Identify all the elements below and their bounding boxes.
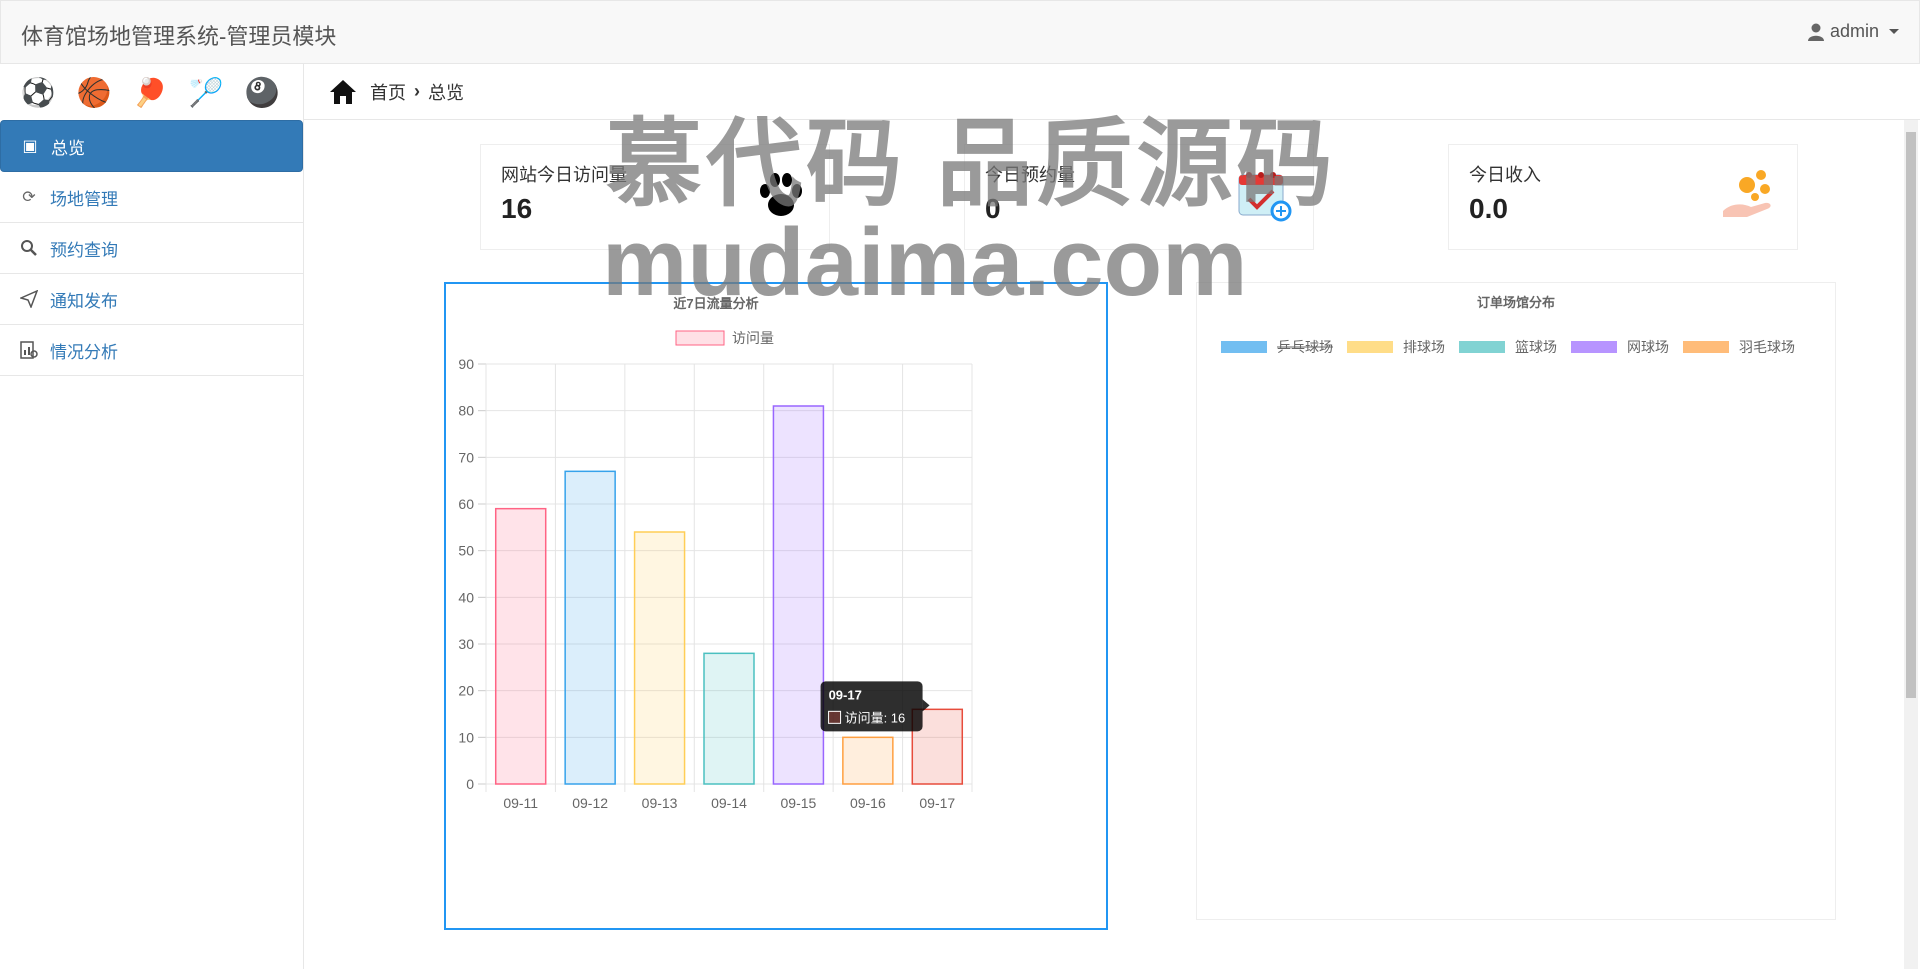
user-name: admin	[1829, 21, 1879, 41]
sidebar-item-booking-query[interactable]: 预约查询	[0, 223, 303, 274]
calendar-check-icon	[1238, 172, 1292, 222]
venue-distribution-chart[interactable]: 订单场馆分布乒乓球场 排球场 篮球场 网球场 羽毛球场	[1197, 283, 1835, 919]
legend-label: 羽毛球场	[1739, 339, 1795, 355]
sidebar-item-analysis[interactable]: 情况分析	[0, 325, 303, 376]
x-tick-label: 09-12	[572, 795, 608, 811]
sidebar-item-label: 预约查询	[50, 240, 118, 260]
stat-card-income: 今日收入 0.0	[1448, 144, 1798, 250]
y-tick-label: 40	[458, 589, 474, 605]
billiards-icon[interactable]: 🎱	[245, 76, 280, 108]
y-tick-label: 30	[458, 636, 474, 652]
sidebar-menu: ▣ 总览 ⟳ 场地管理 预约查询 通知发布 情况分析	[0, 120, 303, 376]
sidebar-item-label: 情况分析	[50, 342, 118, 362]
sidebar-item-label: 通知发布	[50, 291, 118, 311]
top-navbar: 体育馆场地管理系统-管理员模块 admin	[0, 0, 1920, 64]
bar-09-15	[772, 405, 825, 785]
coins-hand-icon	[1723, 170, 1771, 217]
x-tick-label: 09-17	[919, 795, 955, 811]
legend-swatch	[675, 330, 725, 346]
x-tick-label: 09-11	[503, 795, 538, 811]
stat-label: 网站今日访问量	[501, 165, 627, 185]
stat-label: 今日预约量	[985, 165, 1075, 185]
refresh-icon: ⟳	[22, 189, 36, 206]
bar-09-11	[494, 507, 547, 785]
tooltip-title: 09-17	[829, 687, 862, 702]
scrollbar-thumb[interactable]	[1906, 132, 1916, 698]
stat-value: 0.0	[1469, 193, 1508, 224]
sidebar-item-venue-management[interactable]: ⟳ 场地管理	[0, 172, 303, 223]
bar-09-13	[633, 531, 686, 785]
stat-card-bookings: 今日预约量 0	[964, 144, 1314, 250]
stat-label: 今日收入	[1469, 165, 1541, 185]
legend-swatch	[1221, 341, 1267, 353]
x-tick-label: 09-13	[642, 795, 678, 811]
search-icon	[18, 237, 40, 259]
page-scrollbar[interactable]	[1904, 120, 1918, 969]
legend-label: 排球场	[1403, 339, 1445, 355]
breadcrumb: 首页 › 总览	[304, 64, 1920, 120]
user-menu[interactable]: admin	[1807, 21, 1899, 42]
legend-label: 访问量	[732, 330, 774, 346]
soccer-ball-icon[interactable]: ⚽	[21, 76, 56, 108]
legend-swatch	[1347, 341, 1393, 353]
stat-value: 16	[501, 193, 533, 224]
bar-09-12	[564, 470, 616, 785]
venue-distribution-panel: 订单场馆分布 乒乓球场 排球场 篮球场 网球场 羽毛球场	[1196, 282, 1836, 920]
y-tick-label: 80	[458, 403, 474, 419]
app-title[interactable]: 体育馆场地管理系统-管理员模块	[21, 19, 336, 51]
y-tick-label: 90	[458, 356, 474, 372]
dashboard-icon: ▣	[22, 138, 38, 155]
sidebar-item-label: 场地管理	[50, 189, 118, 209]
paw-icon	[760, 173, 802, 216]
legend-label: 篮球场	[1515, 339, 1557, 355]
x-tick-label: 09-16	[850, 795, 886, 811]
legend-swatch	[1571, 341, 1617, 353]
breadcrumb-current: 总览	[428, 82, 464, 103]
sidebar-item-notice-publish[interactable]: 通知发布	[0, 274, 303, 325]
table-tennis-icon[interactable]: 🏓	[133, 76, 168, 108]
y-tick-label: 20	[458, 683, 474, 699]
breadcrumb-home[interactable]: 首页	[370, 79, 406, 105]
sidebar-item-overview[interactable]: ▣ 总览	[0, 120, 303, 172]
sidebar: ⚽ 🏀 🏓 🏸 🎱 ▣ 总览 ⟳ 场地管理 预约查询 通知发布 情况分析	[0, 64, 304, 969]
sidebar-item-label: 总览	[51, 138, 85, 158]
user-icon	[1807, 23, 1824, 41]
badminton-icon[interactable]: 🏸	[189, 76, 224, 108]
analysis-icon	[18, 339, 40, 361]
basketball-icon[interactable]: 🏀	[77, 76, 112, 108]
y-tick-label: 50	[458, 543, 474, 559]
tooltip-swatch	[828, 710, 842, 724]
home-icon[interactable]	[328, 77, 358, 107]
traffic-bar-chart[interactable]: 近7日流量分析访问量 0 10 20 30 40 50 60 70 80 90 09-11 09-12 0…	[446, 284, 1106, 928]
legend-swatch	[1683, 341, 1729, 353]
legend-label: 网球场	[1627, 339, 1669, 355]
bar-09-16	[842, 736, 894, 785]
y-tick-label: 70	[458, 449, 474, 465]
tooltip-text: 访问量: 16	[845, 710, 906, 725]
x-tick-label: 09-15	[781, 795, 817, 811]
paper-plane-icon	[18, 288, 40, 310]
legend-swatch	[1459, 341, 1505, 353]
stat-card-visits: 网站今日访问量 16	[480, 144, 830, 250]
chart-title: 近7日流量分析	[673, 296, 758, 311]
traffic-chart-panel: 近7日流量分析访问量 0 10 20 30 40 50 60 70 80 90 09-11 09-12 0…	[444, 282, 1108, 930]
chart-title: 订单场馆分布	[1477, 295, 1555, 310]
y-tick-label: 60	[458, 496, 474, 512]
sport-icon-bar: ⚽ 🏀 🏓 🏸 🎱	[0, 64, 303, 120]
chevron-right-icon: ›	[414, 81, 420, 101]
y-tick-label: 10	[458, 729, 474, 745]
bar-09-14	[703, 652, 755, 785]
chevron-down-icon	[1889, 29, 1899, 34]
x-tick-label: 09-14	[711, 795, 747, 811]
y-tick-label: 0	[466, 776, 474, 792]
stat-value: 0	[985, 193, 1001, 224]
